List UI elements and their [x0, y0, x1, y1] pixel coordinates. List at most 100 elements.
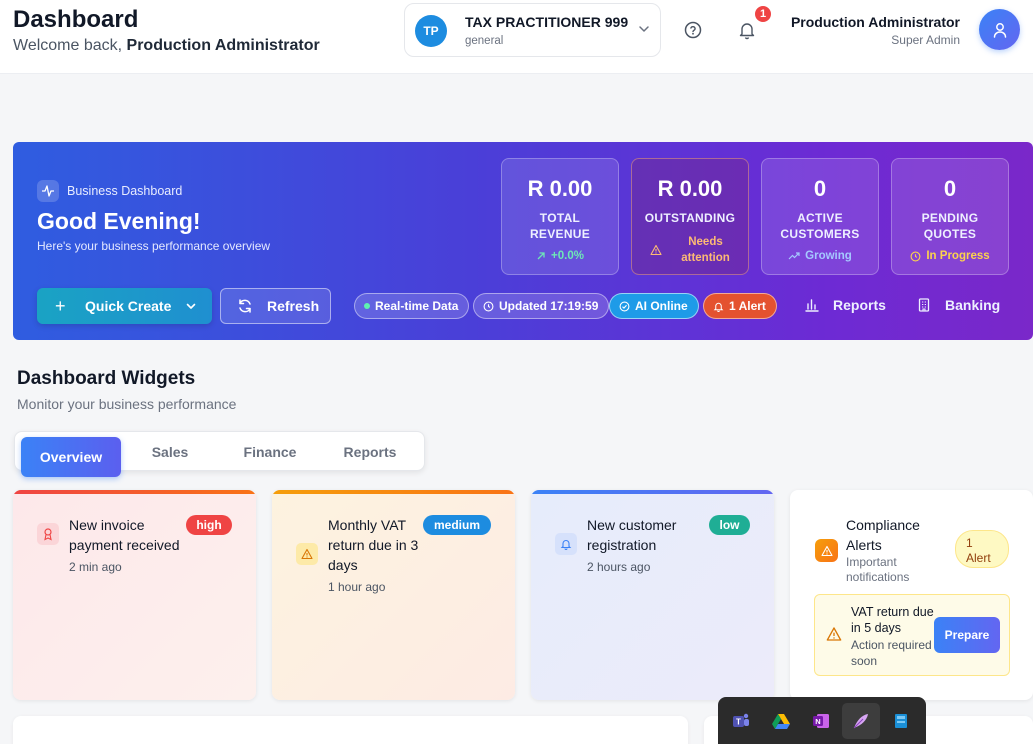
refresh-icon — [239, 299, 251, 313]
greeting: Good Evening! — [37, 208, 201, 234]
stat-trend-value: +0.0% — [551, 250, 584, 262]
app-icon[interactable] — [882, 703, 920, 739]
stat-trend-text: Growing — [805, 250, 852, 262]
welcome-message: Welcome back, Production Administrator — [13, 37, 320, 55]
svg-text:T: T — [736, 718, 741, 727]
priority-badge: medium — [423, 515, 491, 535]
card-time: 2 min ago — [69, 560, 122, 574]
tab-reports[interactable]: Reports — [325, 432, 415, 472]
refresh-button[interactable]: Refresh — [220, 288, 331, 324]
plus-icon: + — [55, 295, 66, 316]
org-subtitle: general — [465, 35, 504, 47]
user-name: Production Administrator — [790, 14, 960, 30]
stat-status-line: Needs — [688, 236, 723, 248]
card-title: New invoice payment received — [69, 517, 180, 553]
reports-link-label: Reports — [833, 297, 886, 313]
stat-trend: Growing — [762, 248, 878, 264]
notification-card-customer[interactable]: New customer registration low 2 hours ag… — [531, 490, 774, 700]
stat-status: Needs attention — [632, 234, 748, 266]
warning-icon — [815, 539, 838, 562]
stat-status: In Progress — [892, 248, 1008, 264]
stat-label: PENDING QUOTES — [892, 210, 1008, 242]
stat-label-line: ACTIVE — [797, 211, 843, 225]
stat-total-revenue[interactable]: R 0.00 TOTAL REVENUE +0.0% — [501, 158, 619, 275]
alert-pill[interactable]: 1 Alert — [703, 293, 777, 319]
card-title: Monthly VAT return due in 3 days — [328, 517, 419, 573]
chevron-down-icon — [187, 303, 196, 309]
stat-pending-quotes[interactable]: 0 PENDING QUOTES In Progress — [891, 158, 1009, 275]
welcome-user-name: Production Administrator — [126, 37, 320, 54]
onenote-icon[interactable]: N — [802, 703, 840, 739]
org-name: TAX PRACTITIONER 999 — [465, 14, 629, 30]
quick-create-button[interactable]: + Quick Create — [37, 288, 212, 324]
bell-icon[interactable] — [736, 18, 758, 42]
google-drive-icon[interactable] — [762, 703, 800, 739]
notification-card-invoice[interactable]: New invoice payment received high 2 min … — [13, 490, 256, 700]
stat-status-text: Needs attention — [681, 234, 730, 266]
widgets-title: Dashboard Widgets — [17, 368, 196, 389]
bar-chart-icon — [805, 299, 819, 312]
organization-selector[interactable]: TP TAX PRACTITIONER 999 general — [404, 3, 661, 57]
priority-badge: high — [186, 515, 232, 535]
tab-finance[interactable]: Finance — [225, 432, 315, 472]
help-icon[interactable] — [682, 19, 704, 41]
widgets-subtitle: Monitor your business performance — [17, 396, 237, 412]
card-time: 2 hours ago — [587, 560, 651, 574]
feather-app-icon[interactable] — [842, 703, 880, 739]
stat-value: 0 — [813, 176, 827, 201]
notification-card-vat[interactable]: Monthly VAT return due in 3 days medium … — [272, 490, 515, 700]
stat-value: R 0.00 — [527, 176, 593, 201]
banner-tag: Business Dashboard — [37, 180, 182, 202]
tab-sales[interactable]: Sales — [130, 432, 210, 472]
last-updated-label: Updated 17:19:59 — [499, 299, 599, 313]
clock-icon — [910, 251, 921, 261]
priority-bar — [531, 490, 774, 494]
alert-count-label: Alert — [966, 551, 991, 565]
alert-item-title: VAT return due in 5 days — [851, 605, 934, 635]
realtime-label: Real-time Data — [375, 299, 459, 313]
tab-overview[interactable]: Overview — [21, 437, 121, 477]
notification-count-badge: 1 — [753, 4, 773, 24]
ai-status-label: AI Online — [635, 299, 688, 313]
org-avatar: TP — [415, 15, 447, 47]
stat-status-text: In Progress — [926, 250, 990, 262]
quick-create-label: Quick Create — [85, 298, 172, 314]
realtime-status-pill: Real-time Data — [354, 293, 470, 319]
check-circle-icon — [619, 301, 630, 311]
stat-status-line: attention — [681, 252, 730, 264]
stat-active-customers[interactable]: 0 ACTIVE CUSTOMERS Growing — [761, 158, 879, 275]
alert-item-description: Action required soon — [851, 638, 932, 668]
banking-link[interactable]: Banking — [917, 297, 1000, 313]
priority-bar — [13, 490, 256, 494]
teams-icon[interactable]: T — [722, 703, 760, 739]
refresh-label: Refresh — [267, 298, 320, 314]
widget-tabs: Overview Sales Finance Reports — [14, 431, 425, 477]
stat-label: ACTIVE CUSTOMERS — [762, 210, 878, 242]
user-avatar[interactable] — [979, 9, 1020, 50]
user-icon — [993, 22, 1006, 38]
live-dot-icon — [364, 303, 370, 309]
prepare-button[interactable]: Prepare — [934, 617, 1000, 653]
ai-status-pill: AI Online — [609, 293, 699, 319]
reports-link[interactable]: Reports — [805, 297, 886, 313]
welcome-prefix: Welcome back, — [13, 37, 127, 54]
warning-icon — [826, 627, 842, 641]
compliance-alerts-card: Compliance Alerts Important notification… — [790, 490, 1033, 700]
taskbar-popup: T N — [718, 697, 926, 744]
stat-label-line: CUSTOMERS — [780, 227, 860, 241]
stat-label: TOTAL REVENUE — [502, 210, 618, 242]
trending-up-icon — [788, 252, 800, 260]
bell-icon — [555, 533, 577, 555]
warning-icon — [296, 543, 318, 565]
alert-count-badge: 1 Alert — [955, 530, 1009, 568]
compliance-title: Compliance Alerts — [846, 517, 920, 553]
stat-outstanding[interactable]: R 0.00 OUTSTANDING Needs attention — [631, 158, 749, 275]
top-header: Dashboard Welcome back, Production Admin… — [0, 0, 1033, 74]
stat-label-line: QUOTES — [923, 227, 977, 241]
priority-bar — [272, 490, 515, 494]
stat-label-line: TOTAL — [539, 211, 581, 225]
clock-icon — [483, 301, 494, 311]
compliance-description: Important notifications — [846, 555, 910, 584]
priority-badge: low — [709, 515, 750, 535]
bottom-panel-left — [13, 716, 688, 744]
